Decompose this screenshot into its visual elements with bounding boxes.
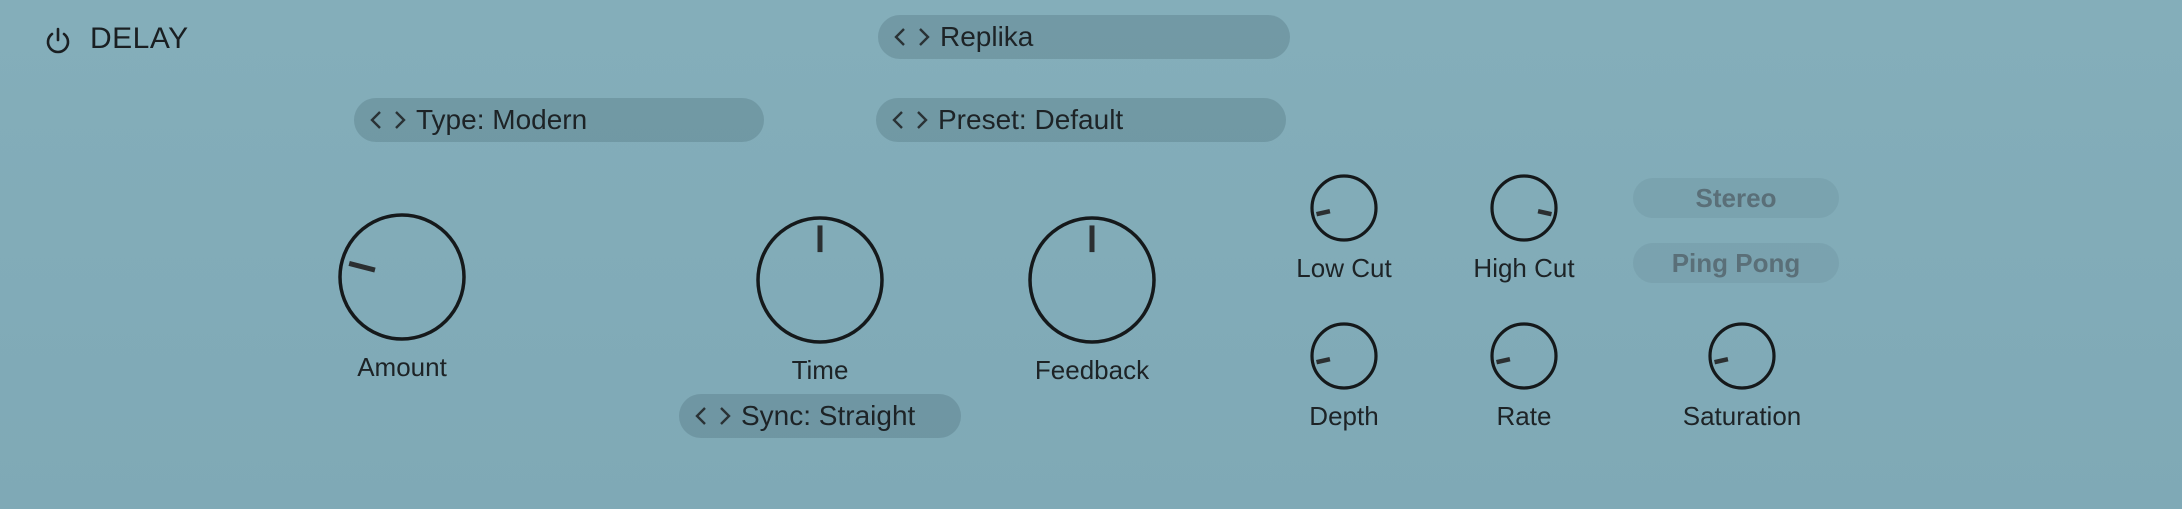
high-cut-knob[interactable] <box>1489 173 1559 243</box>
depth-label: Depth <box>1309 401 1379 431</box>
module-title: DELAY <box>90 22 189 55</box>
prev-next-arrows-icon[interactable] <box>890 108 930 132</box>
high-cut-label: High Cut <box>1473 253 1575 283</box>
stereo-toggle[interactable]: Stereo <box>1633 178 1839 218</box>
feedback-label: Feedback <box>1034 355 1150 385</box>
type-label: Type: Modern <box>416 104 588 135</box>
power-icon[interactable] <box>44 26 72 56</box>
preset-selector[interactable]: Preset: Default <box>876 98 1286 142</box>
replika-selector[interactable]: Replika <box>878 15 1290 59</box>
replika-label: Replika <box>940 21 1034 52</box>
low-cut-label: Low Cut <box>1296 253 1392 283</box>
sync-selector[interactable]: Sync: Straight <box>679 394 961 438</box>
delay-panel: DELAY Replika Type: Modern Preset: Defau… <box>0 0 2182 509</box>
depth-knob[interactable] <box>1309 321 1379 391</box>
prev-next-arrows-icon[interactable] <box>368 108 408 132</box>
prev-next-arrows-icon[interactable] <box>693 404 733 428</box>
preset-label: Preset: Default <box>938 104 1124 135</box>
ping-pong-toggle[interactable]: Ping Pong <box>1633 243 1839 283</box>
feedback-knob[interactable] <box>1027 215 1157 345</box>
time-knob[interactable] <box>755 215 885 345</box>
time-label: Time <box>791 355 849 385</box>
rate-label: Rate <box>1496 401 1552 431</box>
rate-knob[interactable] <box>1489 321 1559 391</box>
saturation-knob[interactable] <box>1707 321 1777 391</box>
type-selector[interactable]: Type: Modern <box>354 98 764 142</box>
saturation-label: Saturation <box>1682 401 1802 431</box>
amount-label: Amount <box>357 352 447 382</box>
prev-next-arrows-icon[interactable] <box>892 25 932 49</box>
sync-label: Sync: Straight <box>741 400 916 431</box>
low-cut-knob[interactable] <box>1309 173 1379 243</box>
amount-knob[interactable] <box>337 212 467 342</box>
